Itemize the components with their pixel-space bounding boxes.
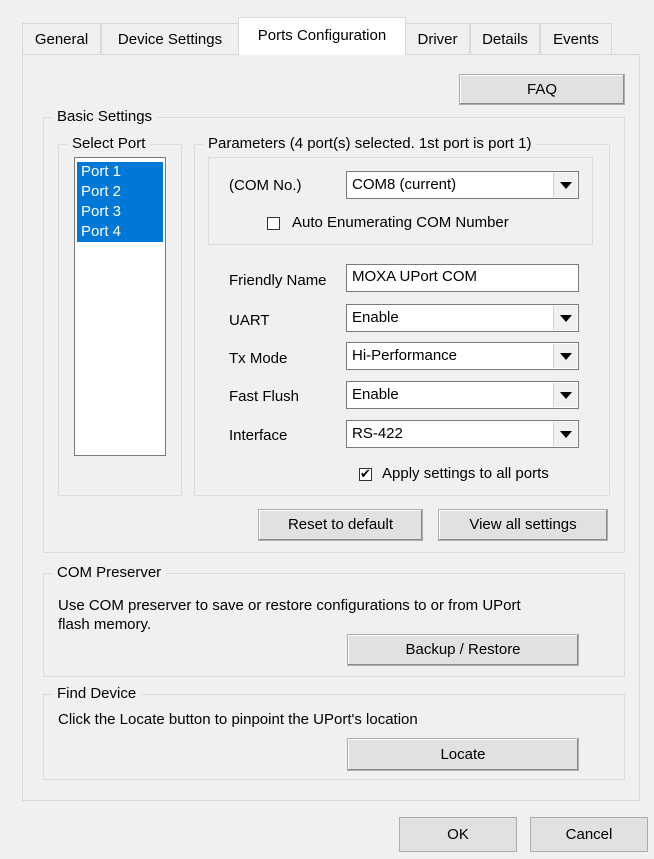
chevron-down-icon[interactable]	[553, 422, 577, 446]
com-no-label: (COM No.)	[229, 177, 302, 194]
port-listbox[interactable]: Port 1 Port 2 Port 3 Port 4	[74, 157, 166, 456]
apply-all-checkbox[interactable]: ✔	[359, 466, 372, 481]
fast-flush-select[interactable]: Enable	[346, 381, 579, 409]
interface-value: RS-422	[352, 425, 403, 442]
find-device-description: Click the Locate button to pinpoint the …	[58, 711, 418, 728]
port-list-item[interactable]: Port 3	[77, 202, 163, 222]
locate-button[interactable]: Locate	[347, 738, 579, 771]
friendly-name-field[interactable]: MOXA UPort COM	[346, 264, 579, 292]
view-all-settings-button[interactable]: View all settings	[438, 509, 608, 541]
basic-settings-title: Basic Settings	[52, 107, 158, 127]
tab-ports-configuration[interactable]: Ports Configuration	[238, 17, 406, 55]
tx-mode-select[interactable]: Hi-Performance	[346, 342, 579, 370]
fast-flush-value: Enable	[352, 386, 399, 403]
tab-details[interactable]: Details	[470, 23, 540, 54]
chevron-down-icon[interactable]	[553, 383, 577, 407]
checkmark-icon: ✔	[360, 466, 371, 481]
com-number-value: COM8 (current)	[352, 176, 457, 193]
chevron-down-icon[interactable]	[553, 306, 577, 330]
interface-select[interactable]: RS-422	[346, 420, 579, 448]
select-port-title: Select Port	[67, 134, 151, 154]
interface-label: Interface	[229, 427, 288, 444]
tab-driver[interactable]: Driver	[405, 23, 470, 54]
reset-to-default-button[interactable]: Reset to default	[258, 509, 423, 541]
chevron-down-icon[interactable]	[553, 173, 577, 197]
friendly-name-label: Friendly Name	[229, 272, 327, 289]
auto-enum-label: Auto Enumerating COM Number	[292, 214, 509, 231]
fast-flush-label: Fast Flush	[229, 388, 300, 405]
backup-restore-button[interactable]: Backup / Restore	[347, 634, 579, 666]
port-list-item[interactable]: Port 1	[77, 162, 163, 182]
tx-mode-value: Hi-Performance	[352, 347, 458, 364]
apply-all-label: Apply settings to all ports	[382, 465, 549, 482]
port-list-item[interactable]: Port 4	[77, 222, 163, 242]
faq-button[interactable]: FAQ	[459, 74, 625, 105]
chevron-down-icon[interactable]	[553, 344, 577, 368]
com-number-select[interactable]: COM8 (current)	[346, 171, 579, 199]
port-list-item[interactable]: Port 2	[77, 182, 163, 202]
parameters-title: Parameters (4 port(s) selected. 1st port…	[203, 134, 537, 154]
ok-button[interactable]: OK	[399, 817, 517, 852]
tab-device-settings[interactable]: Device Settings	[101, 23, 239, 54]
com-preserver-description-line2: flash memory.	[58, 616, 152, 633]
tab-events[interactable]: Events	[540, 23, 612, 54]
com-preserver-title: COM Preserver	[52, 563, 167, 583]
uart-label: UART	[229, 312, 270, 329]
auto-enum-checkbox[interactable]	[267, 217, 280, 230]
tx-mode-label: Tx Mode	[229, 350, 288, 367]
tab-general[interactable]: General	[22, 23, 101, 54]
uart-select[interactable]: Enable	[346, 304, 579, 332]
uart-value: Enable	[352, 309, 399, 326]
cancel-button[interactable]: Cancel	[530, 817, 648, 852]
com-preserver-description-line1: Use COM preserver to save or restore con…	[58, 597, 521, 614]
find-device-title: Find Device	[52, 684, 142, 704]
